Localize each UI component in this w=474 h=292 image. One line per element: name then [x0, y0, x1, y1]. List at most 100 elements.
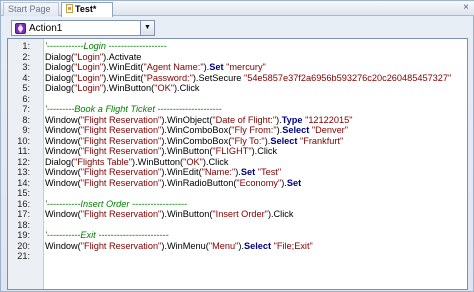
code-line[interactable]: 20: Window("Flight Reservation").WinMenu(… — [8, 241, 467, 252]
line-number: 16: — [17, 198, 30, 209]
code-text: Window("Flight Reservation").WinRadioBut… — [45, 178, 301, 189]
code-text: Dialog("Login").WinEdit("Password:").Set… — [45, 73, 451, 84]
code-line[interactable]: 2: Dialog("Login").Activate — [8, 52, 467, 63]
tab-test[interactable]: Test* — [61, 2, 113, 17]
code-token: Type — [281, 114, 303, 125]
code-line[interactable]: 8: Window("Flight Reservation").WinObject… — [8, 114, 467, 126]
code-text: Dialog("Login").Activate — [45, 52, 141, 63]
code-text: Window("Flight Reservation").WinButton("… — [45, 209, 293, 220]
line-number: 13: — [17, 167, 30, 177]
code-token: Window( — [45, 209, 81, 219]
code-token: Select — [270, 135, 298, 146]
code-token: ).WinObject( — [161, 114, 213, 125]
code-token: "Flight Reservation" — [80, 167, 162, 177]
code-line[interactable]: 5: Dialog("Login").WinButton("OK").Click — [8, 83, 467, 94]
line-number: 15: — [17, 188, 30, 198]
code-token: ).Activate — [103, 51, 142, 62]
code-token: Window( — [45, 135, 81, 146]
code-token: '---------Book a Flight Ticket ---------… — [45, 104, 222, 114]
line-number: 10: — [17, 135, 30, 146]
code-line[interactable]: 9: Window("Flight Reservation").WinComboB… — [8, 125, 467, 136]
code-text: Window("Flight Reservation").WinObject("… — [45, 115, 352, 126]
code-token: ).WinButton( — [161, 146, 213, 156]
code-token: Select — [282, 125, 310, 135]
chevron-down-icon[interactable]: ▼ — [140, 21, 154, 35]
line-number: 21: — [17, 251, 30, 261]
code-line[interactable]: 19: '-----------Exit --------------------… — [8, 230, 467, 241]
line-number: 12: — [17, 156, 30, 167]
action-select-value: Action1 — [29, 23, 63, 34]
close-tab-button[interactable]: × — [460, 2, 472, 14]
code-line[interactable]: 16: '-----------Insert Order ------------… — [8, 198, 467, 210]
action-icon — [15, 23, 26, 34]
code-token: Select — [243, 240, 272, 251]
code-text: Window("Flight Reservation").WinMenu("Me… — [45, 241, 313, 252]
code-token: "Flight Reservation" — [80, 135, 162, 146]
code-token: ).WinEdit( — [103, 72, 144, 83]
code-line[interactable]: 6: — [8, 94, 467, 105]
code-token: ).Click — [174, 83, 200, 93]
code-token: ).Click — [202, 156, 229, 167]
code-token: '-----------Exit ----------------------- — [45, 230, 169, 240]
tab-start-page[interactable]: Start Page — [3, 2, 59, 16]
code-text: Dialog("Flights Table").WinButton("OK").… — [45, 157, 228, 168]
line-number: 7: — [22, 104, 30, 114]
code-token: '-----------Insert Order ---------------… — [45, 198, 188, 209]
code-line[interactable]: 18: — [8, 220, 467, 231]
code-token: ).WinEdit( — [161, 167, 202, 177]
code-token: '------------Login ------------------- — [45, 41, 167, 51]
code-line[interactable]: 11: Window("Flight Reservation").WinButto… — [8, 146, 467, 157]
code-line[interactable]: 17: Window("Flight Reservation").WinButto… — [8, 209, 467, 220]
test-editor-window: Start Page Test* × Action1 ▼ 1: '--------… — [0, 0, 474, 292]
code-token: "Flight Reservation" — [80, 240, 162, 251]
code-token: "Date of Flight:" — [212, 114, 277, 125]
code-token: "Insert Order" — [212, 209, 268, 219]
code-line[interactable]: 14: Window("Flight Reservation").WinRadio… — [8, 178, 467, 189]
code-token: "Login" — [74, 83, 104, 93]
code-token: Window( — [45, 114, 81, 125]
code-text: '-----------Insert Order ---------------… — [45, 199, 187, 210]
line-number: 8: — [22, 114, 30, 125]
code-line[interactable]: 3: Dialog("Login").WinEdit("Agent Name:")… — [8, 62, 467, 73]
code-line[interactable]: 4: Dialog("Login").WinEdit("Password:").S… — [8, 73, 467, 84]
code-line[interactable]: 12: Dialog("Flights Table").WinButton("OK… — [8, 156, 467, 168]
code-token: "Flight Reservation" — [80, 146, 162, 156]
code-line[interactable]: 21: — [8, 251, 467, 262]
code-token: "File;Exit" — [273, 240, 313, 251]
code-token: "Password:" — [143, 72, 193, 83]
code-token: "Fly From:" — [231, 125, 277, 135]
code-token: "mercury" — [226, 62, 266, 72]
action-select[interactable]: Action1 ▼ — [11, 20, 155, 36]
line-number: 11: — [17, 146, 30, 156]
code-token: Set — [286, 177, 302, 188]
code-token: "FLIGHT" — [212, 146, 252, 156]
code-line[interactable]: 13: Window("Flight Reservation").WinEdit(… — [8, 167, 467, 178]
line-number: 19: — [17, 230, 30, 240]
code-line[interactable]: 7: '---------Book a Flight Ticket -------… — [8, 104, 467, 115]
code-line[interactable]: 15: — [8, 188, 467, 199]
line-number: 3: — [22, 62, 30, 72]
code-token: "Flight Reservation" — [80, 125, 162, 135]
code-token: "Login" — [74, 51, 104, 62]
code-token: ).WinRadioButton( — [161, 177, 237, 188]
code-token: "Fly To:" — [231, 135, 265, 146]
code-token: Dialog( — [45, 62, 75, 72]
line-number: 1: — [22, 41, 30, 51]
code-token: Dialog( — [45, 156, 75, 167]
document-tab-strip: Start Page Test* × — [1, 1, 474, 17]
code-token: Window( — [45, 240, 81, 251]
code-token: ).Click — [251, 146, 278, 156]
code-line[interactable]: 10: Window("Flight Reservation").WinCombo… — [8, 135, 467, 147]
code-token: "Flight Reservation" — [80, 114, 162, 125]
code-token: "Flight Reservation" — [80, 209, 162, 219]
code-token: "54e5857e37f2a6956b593276c20c26048545732… — [243, 72, 452, 83]
line-number: 17: — [17, 209, 30, 219]
code-editor[interactable]: 1: '------------Login -------------------… — [7, 38, 468, 290]
code-token: Window( — [45, 125, 81, 135]
code-lines: 1: '------------Login -------------------… — [8, 41, 467, 262]
code-token: "Agent Name:" — [143, 62, 204, 72]
code-token: Window( — [45, 146, 81, 156]
code-token: Window( — [45, 167, 81, 177]
code-token: ).WinEdit( — [103, 62, 144, 72]
code-line[interactable]: 1: '------------Login ------------------- — [8, 41, 467, 52]
